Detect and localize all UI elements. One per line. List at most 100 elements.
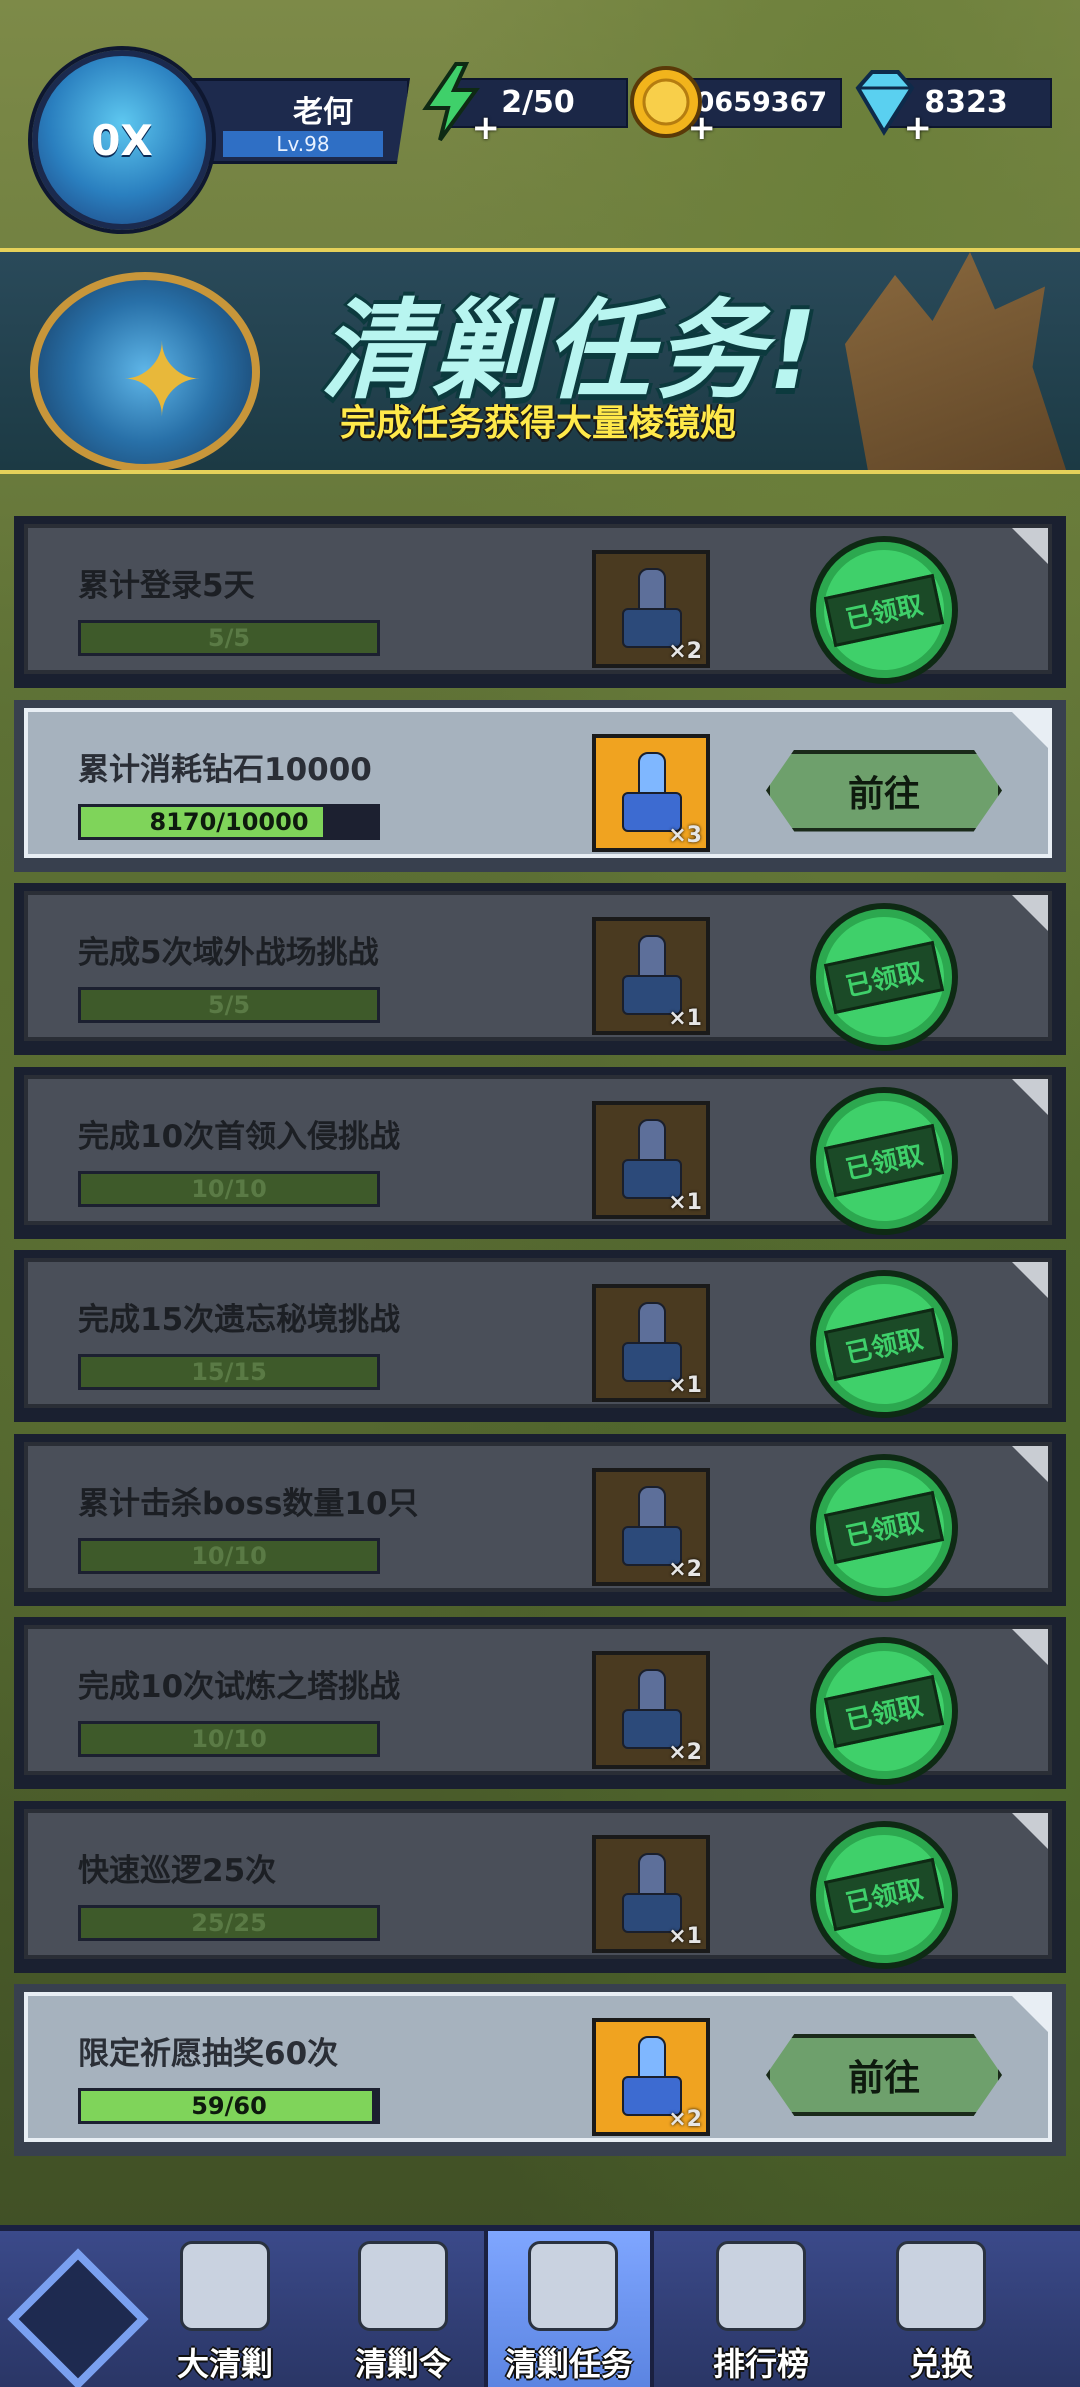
- corner-icon: [1012, 1078, 1048, 1115]
- claimed-stamp: 已领取: [810, 1820, 958, 1969]
- reward-count: ×3: [668, 822, 702, 848]
- task-title: 完成15次遗忘秘境挑战: [78, 1302, 401, 1338]
- corner-icon: [1012, 895, 1048, 931]
- task-card-body: 完成15次遗忘秘境挑战 15/15 ×1 已领取: [24, 1258, 1052, 1418]
- corner-icon: [1012, 711, 1048, 748]
- reward-item[interactable]: ×2: [592, 1467, 710, 1586]
- goto-button[interactable]: 前往: [766, 749, 1002, 832]
- task-icon: [528, 2241, 618, 2331]
- task-progress-text: 5/5: [207, 991, 251, 1019]
- corner-icon: [1012, 1629, 1048, 1665]
- task-card-body: 累计击杀boss数量10只 10/10 ×2 已领取: [24, 1441, 1052, 1602]
- prism-cannon-icon: [622, 935, 682, 1015]
- energy-add-button[interactable]: +: [410, 60, 500, 148]
- task-progress-text: 15/15: [191, 1358, 267, 1386]
- gold-add-button[interactable]: +: [626, 60, 716, 148]
- task-progress-text: 8170/10000: [149, 807, 309, 836]
- task-card-body: 限定祈愿抽奖60次 59/60 ×2 前往: [24, 1992, 1052, 2142]
- tab-big-clear[interactable]: 大清剿: [140, 2231, 310, 2387]
- task-card-body: 累计消耗钻石10000 8170/10000 ×3 前往: [24, 707, 1052, 858]
- tab-leaderboard[interactable]: 排行榜: [676, 2231, 846, 2387]
- prism-cannon-icon: [622, 751, 682, 832]
- player-panel: 老何 Lv.98: [190, 78, 410, 164]
- task-card: 完成15次遗忘秘境挑战 15/15 ×1 已领取: [14, 1250, 1066, 1422]
- task-title: 累计击杀boss数量10只: [78, 1485, 419, 1522]
- claimed-label: 已领取: [823, 1674, 945, 1748]
- task-progress-bar: 15/15: [78, 1354, 380, 1390]
- claimed-stamp: 已领取: [810, 536, 958, 684]
- tab-label: 清剿令: [354, 2345, 451, 2383]
- back-icon[interactable]: [7, 2248, 149, 2387]
- tab-exchange[interactable]: 兑换: [856, 2231, 1026, 2387]
- task-title: 完成10次试炼之塔挑战: [78, 1669, 401, 1705]
- player-name: 老何: [293, 95, 353, 130]
- corner-icon: [1012, 1445, 1048, 1482]
- claimed-label: 已领取: [823, 573, 945, 647]
- task-card-body: 快速巡逻25次 25/25 ×1 已领取: [24, 1808, 1052, 1969]
- task-card-body: 累计登录5天 5/5 ×2 已领取: [24, 524, 1052, 684]
- task-progress-text: 25/25: [191, 1908, 267, 1937]
- task-progress-bar: 59/60: [78, 2088, 380, 2124]
- task-card-body: 完成5次域外战场挑战 5/5 ×1 已领取: [24, 891, 1052, 1051]
- tab-clear-pass[interactable]: 清剿令: [318, 2231, 488, 2387]
- corner-icon: [1012, 1812, 1048, 1849]
- reward-item[interactable]: ×1: [592, 1284, 710, 1402]
- claimed-stamp: 已领取: [810, 1637, 958, 1785]
- player-avatar[interactable]: 0X: [32, 50, 212, 230]
- bottom-nav: 大清剿 清剿令 清剿任务 排行榜 兑换: [0, 2225, 1080, 2387]
- reward-item[interactable]: ×1: [592, 917, 710, 1035]
- task-card: 完成10次试炼之塔挑战 10/10 ×2 已领取: [14, 1617, 1066, 1789]
- task-title: 完成5次域外战场挑战: [78, 935, 379, 971]
- plus-icon: +: [471, 108, 501, 148]
- plus-icon: +: [903, 108, 933, 148]
- reward-count: ×2: [668, 1556, 702, 1582]
- claimed-stamp: 已领取: [810, 1270, 958, 1418]
- task-card: 完成10次首领入侵挑战 10/10 ×1 已领取: [14, 1066, 1066, 1239]
- task-card: 完成5次域外战场挑战 5/5 ×1 已领取: [14, 883, 1066, 1055]
- tab-label: 清剿任务: [504, 2345, 633, 2383]
- task-card: 累计消耗钻石10000 8170/10000 ×3 前往: [14, 699, 1066, 872]
- goto-button[interactable]: 前往: [766, 2034, 1002, 2116]
- diamond-add-button[interactable]: +: [842, 60, 932, 148]
- claimed-label: 已领取: [823, 940, 945, 1014]
- reward-item[interactable]: ×2: [592, 550, 710, 668]
- banner-tree-art: [845, 252, 1070, 470]
- task-progress-bar: 25/25: [78, 1904, 380, 1941]
- prism-cannon-icon: [622, 568, 682, 648]
- task-card-body: 完成10次首领入侵挑战 10/10 ×1 已领取: [24, 1074, 1052, 1235]
- plus-icon: +: [687, 108, 717, 148]
- reward-item[interactable]: ×2: [592, 1651, 710, 1769]
- reward-item[interactable]: ×3: [592, 733, 710, 852]
- trophy-icon: [716, 2241, 806, 2331]
- tab-clear-tasks[interactable]: 清剿任务: [484, 2231, 654, 2387]
- task-progress-bar: 10/10: [78, 1721, 380, 1757]
- prism-cannon-icon: [622, 1669, 682, 1749]
- task-progress-bar: 5/5: [78, 620, 380, 656]
- reward-item[interactable]: ×2: [592, 2018, 710, 2136]
- reward-item[interactable]: ×1: [592, 1834, 710, 1953]
- claimed-label: 已领取: [823, 1857, 945, 1932]
- top-bar: 老何 Lv.98 0X 2/50 + 10659367 + 8323 +: [0, 40, 1080, 230]
- claimed-stamp: 已领取: [810, 1453, 958, 1602]
- prism-cannon-icon: [622, 1852, 682, 1933]
- task-card: 累计击杀boss数量10只 10/10 ×2 已领取: [14, 1433, 1066, 1606]
- claimed-label: 已领取: [823, 1123, 945, 1198]
- task-card: 累计登录5天 5/5 ×2 已领取: [14, 516, 1066, 688]
- player-level: Lv.98: [223, 131, 383, 157]
- task-progress-text: 10/10: [191, 1725, 267, 1753]
- task-title: 完成10次首领入侵挑战: [78, 1118, 401, 1155]
- reward-count: ×2: [668, 1740, 702, 1765]
- reward-count: ×2: [668, 639, 702, 664]
- task-progress-text: 10/10: [191, 1541, 267, 1570]
- task-progress-text: 10/10: [191, 1174, 267, 1203]
- task-title: 累计消耗钻石10000: [78, 751, 372, 788]
- task-progress-text: 59/60: [191, 2092, 267, 2120]
- reward-count: ×2: [668, 2107, 702, 2132]
- reward-item[interactable]: ×1: [592, 1100, 710, 1219]
- tab-label: 大清剿: [176, 2345, 273, 2383]
- reward-count: ×1: [668, 1006, 702, 1031]
- reward-count: ×1: [668, 1189, 702, 1215]
- exchange-icon: [896, 2241, 986, 2331]
- corner-icon: [1012, 528, 1048, 564]
- reward-count: ×1: [668, 1923, 702, 1949]
